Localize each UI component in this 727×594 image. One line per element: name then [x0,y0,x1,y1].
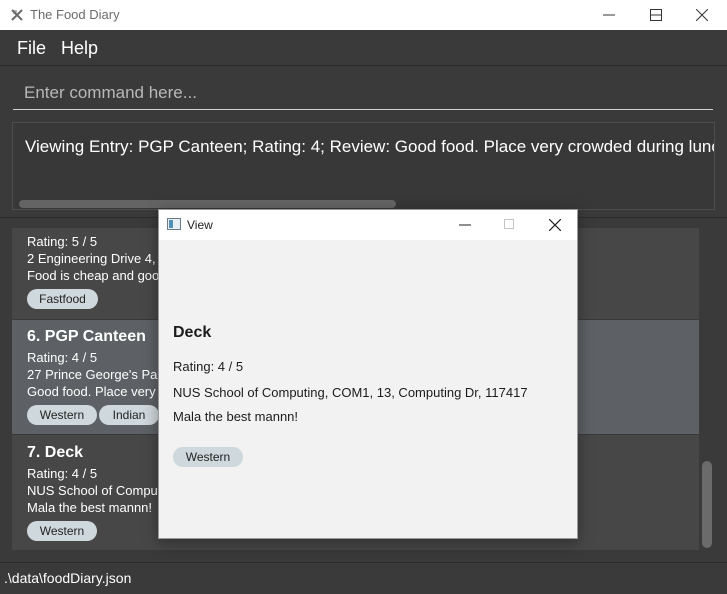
maximize-icon [504,219,514,229]
menu-file[interactable]: File [17,38,46,59]
entry-tag: Fastfood [27,289,98,309]
entry-address: 27 Prince George's Park [27,367,169,382]
result-area: Viewing Entry: PGP Canteen; Rating: 4; R… [0,118,727,218]
result-horizontal-scrollbar[interactable] [19,200,396,208]
result-display: Viewing Entry: PGP Canteen; Rating: 4; R… [12,122,715,210]
view-entry-review: Mala the best mannn! [173,409,299,424]
view-window-titlebar: View [159,210,577,240]
maximize-button[interactable] [633,0,679,30]
entry-tag: Indian [99,405,159,425]
entry-tag: Western [27,521,97,541]
popup-close-button[interactable] [535,210,575,240]
menu-bar: File Help [0,30,727,66]
entry-rating: Rating: 5 / 5 [27,234,98,249]
minimize-icon [459,224,471,226]
entry-review: Good food. Place very [27,384,156,399]
view-entry-name: Deck [173,324,212,341]
entry-title: 6. PGP Canteen [27,328,146,345]
command-input[interactable] [13,76,713,110]
list-scrollbar[interactable] [702,461,712,548]
close-button[interactable] [679,0,725,30]
entry-address: NUS School of Comput [27,483,162,498]
view-entry-address: NUS School of Computing, COM1, 13, Compu… [173,385,528,400]
window-title: The Food Diary [30,7,120,22]
minimize-icon [603,14,615,16]
data-file-path: .\data\foodDiary.json [4,570,132,586]
menu-help[interactable]: Help [61,38,98,59]
view-window-title: View [187,218,213,232]
entry-title: 7. Deck [27,444,84,461]
app-icon [11,9,23,21]
close-icon [696,9,708,21]
entry-tag: Western [27,405,97,425]
maximize-icon [650,9,662,21]
entry-rating: Rating: 4 / 5 [27,466,98,481]
window-titlebar: The Food Diary [0,0,727,30]
minimize-btn[interactable] [586,0,632,30]
entry-rating: Rating: 4 / 5 [27,350,98,365]
popup-maximize-button [490,210,530,240]
popup-minimize-button[interactable] [445,210,485,240]
entry-review: Food is cheap and goo [27,268,160,283]
close-icon [549,219,561,231]
window-icon [167,218,181,230]
view-window: View Deck Rating: 4 / 5 NUS School of Co… [158,209,578,539]
view-entry-rating: Rating: 4 / 5 [173,359,244,374]
entry-review: Mala the best mannn! [27,500,153,515]
entry-address: 2 Engineering Drive 4, S [27,251,168,266]
command-area [0,66,727,118]
result-text: Viewing Entry: PGP Canteen; Rating: 4; R… [25,137,715,156]
status-bar: .\data\foodDiary.json [0,562,727,594]
view-entry-tag: Western [173,447,243,467]
